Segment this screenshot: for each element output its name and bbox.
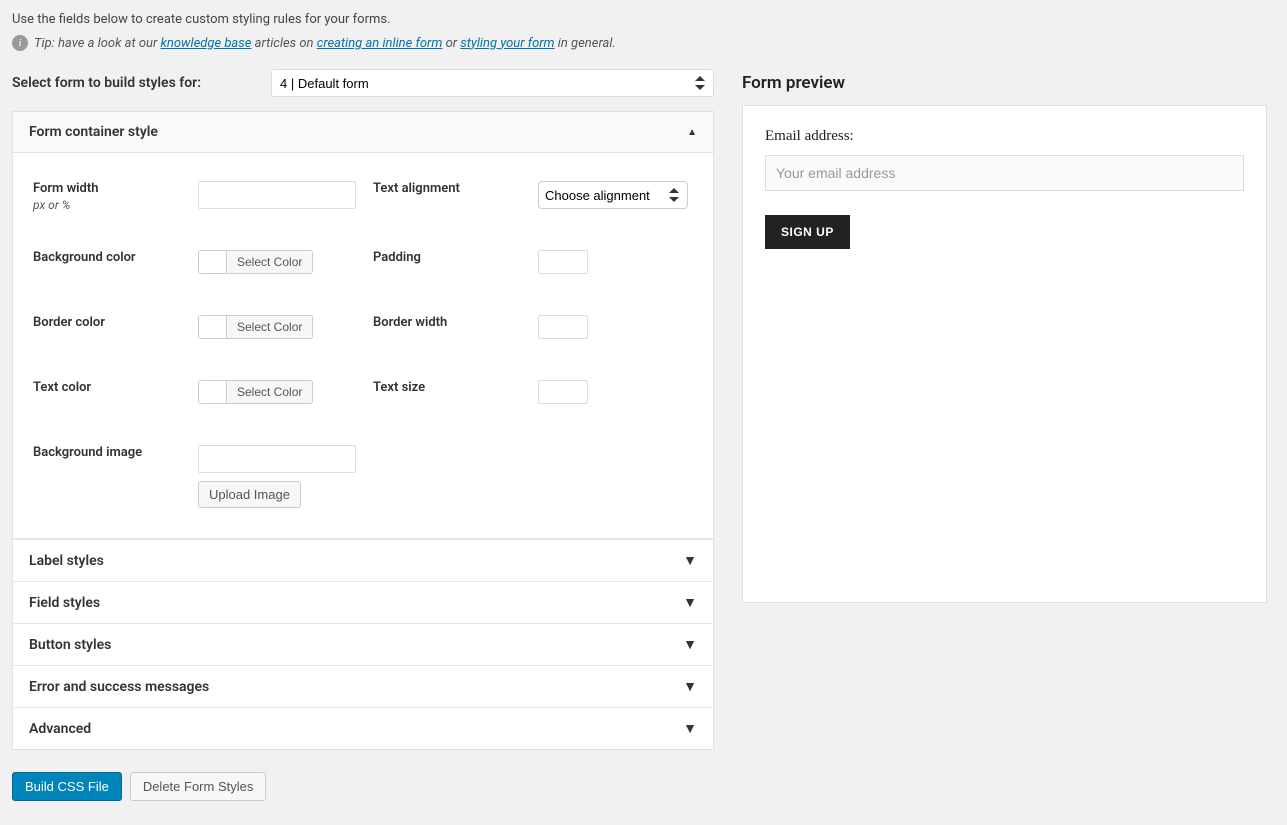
padding-label: Padding	[373, 250, 528, 265]
styling-form-link[interactable]: styling your form	[460, 36, 554, 51]
preview-email-label: Email address:	[765, 128, 1244, 145]
tip-mid2: or	[442, 36, 460, 51]
accordion: Form container style ▲ Form width px or …	[12, 111, 714, 750]
preview-email-input[interactable]	[765, 155, 1244, 191]
tip-prefix: Tip: have a look at our	[34, 36, 160, 51]
form-width-input[interactable]	[198, 181, 356, 209]
kb-link[interactable]: knowledge base	[160, 36, 251, 51]
swatch-icon	[199, 251, 227, 273]
text-alignment-label: Text alignment	[373, 181, 528, 196]
caret-down-icon: ▼	[683, 552, 697, 569]
swatch-icon	[199, 316, 227, 338]
form-width-label-text: Form width	[33, 181, 99, 196]
background-color-picker[interactable]: Select Color	[198, 250, 313, 274]
text-size-label: Text size	[373, 380, 528, 395]
section-button-styles[interactable]: Button styles ▼	[13, 623, 713, 665]
background-image-input[interactable]	[198, 445, 356, 473]
tip-suffix: in general.	[555, 36, 616, 51]
section-title: Label styles	[29, 553, 104, 569]
section-error-success[interactable]: Error and success messages ▼	[13, 665, 713, 707]
form-select[interactable]: 4 | Default form	[271, 69, 714, 97]
section-label-styles[interactable]: Label styles ▼	[13, 539, 713, 581]
section-title: Button styles	[29, 637, 111, 653]
section-form-container[interactable]: Form container style ▲	[13, 112, 713, 153]
select-color-button[interactable]: Select Color	[227, 251, 312, 273]
tip-mid1: articles on	[251, 36, 316, 51]
caret-up-icon: ▲	[687, 127, 697, 138]
section-title: Field styles	[29, 595, 100, 611]
text-color-picker[interactable]: Select Color	[198, 380, 313, 404]
text-size-input[interactable]	[538, 380, 588, 404]
text-alignment-select[interactable]: Choose alignment	[538, 181, 688, 209]
section-title: Error and success messages	[29, 679, 209, 695]
section-field-styles[interactable]: Field styles ▼	[13, 581, 713, 623]
swatch-icon	[199, 381, 227, 403]
build-css-button[interactable]: Build CSS File	[12, 772, 122, 801]
border-width-label: Border width	[373, 315, 528, 330]
form-width-hint: px or %	[33, 198, 188, 212]
caret-down-icon: ▼	[683, 636, 697, 653]
select-color-button[interactable]: Select Color	[227, 316, 312, 338]
border-color-label: Border color	[33, 315, 188, 330]
border-color-picker[interactable]: Select Color	[198, 315, 313, 339]
background-image-label: Background image	[33, 445, 188, 460]
section-title: Form container style	[29, 124, 158, 140]
tip-row: i Tip: have a look at our knowledge base…	[12, 35, 1275, 51]
section-title: Advanced	[29, 721, 91, 737]
section-advanced[interactable]: Advanced ▼	[13, 707, 713, 749]
background-color-label: Background color	[33, 250, 188, 265]
select-form-label: Select form to build styles for:	[12, 75, 201, 91]
padding-input[interactable]	[538, 250, 588, 274]
inline-form-link[interactable]: creating an inline form	[317, 36, 443, 51]
intro-text: Use the fields below to create custom st…	[12, 12, 1275, 27]
caret-down-icon: ▼	[683, 594, 697, 611]
preview-signup-button[interactable]: SIGN UP	[765, 215, 850, 249]
delete-styles-button[interactable]: Delete Form Styles	[130, 772, 267, 801]
tip-text: Tip: have a look at our knowledge base a…	[34, 36, 616, 51]
form-width-label: Form width px or %	[33, 181, 188, 212]
upload-image-button[interactable]: Upload Image	[198, 481, 301, 508]
caret-down-icon: ▼	[683, 720, 697, 737]
info-icon: i	[12, 35, 28, 51]
text-color-label: Text color	[33, 380, 188, 395]
preview-box: Email address: SIGN UP	[742, 105, 1267, 603]
caret-down-icon: ▼	[683, 678, 697, 695]
preview-title: Form preview	[742, 73, 1267, 93]
border-width-input[interactable]	[538, 315, 588, 339]
select-color-button[interactable]: Select Color	[227, 381, 312, 403]
